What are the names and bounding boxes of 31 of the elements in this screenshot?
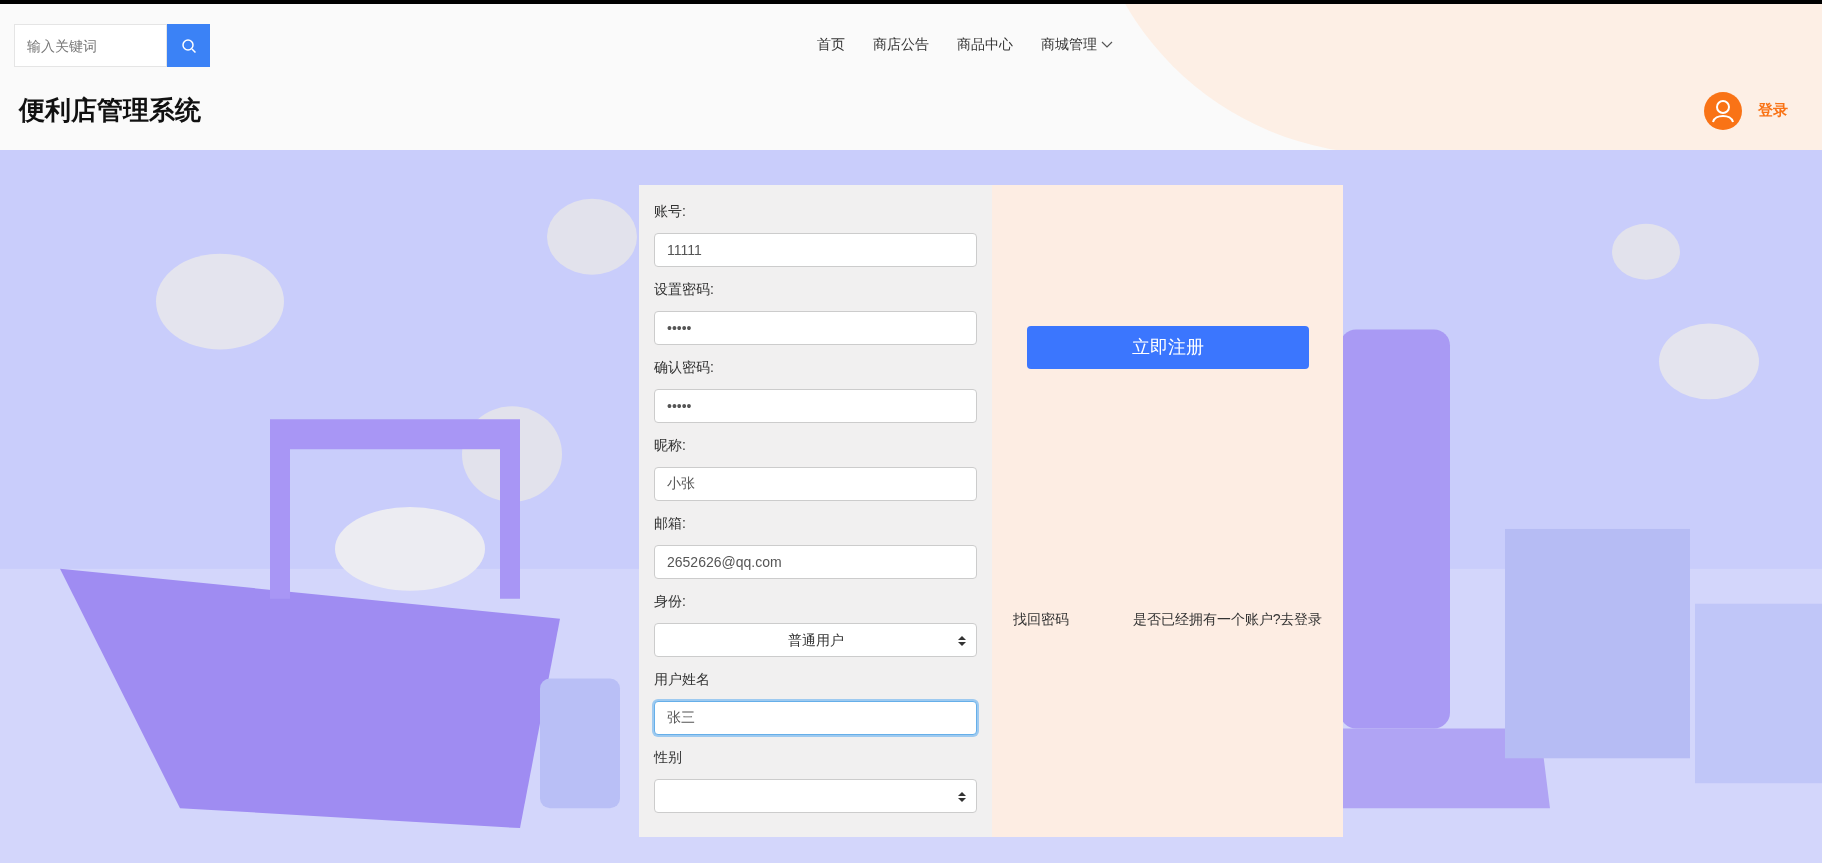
nav-link[interactable]: 商城管理	[1041, 34, 1113, 55]
form-link[interactable]: 找回密码	[1012, 609, 1069, 630]
search-icon	[180, 37, 197, 54]
nav-link[interactable]: 商品中心	[957, 34, 1013, 55]
user-avatar-icon[interactable]	[1704, 91, 1742, 130]
nav-link[interactable]: 商店公告	[873, 34, 929, 55]
select-field[interactable]: 普通用户	[654, 623, 977, 657]
field-label: 昵称:	[654, 436, 687, 455]
field-label: 性别	[654, 748, 683, 767]
field-label: 账号:	[654, 202, 687, 221]
select-field[interactable]	[654, 779, 977, 813]
input-field[interactable]: 11111	[654, 233, 977, 267]
input-field[interactable]: •••••	[654, 389, 977, 423]
site-title: 便利店管理系统	[19, 94, 201, 127]
register-button[interactable]: 立即注册	[1026, 326, 1309, 369]
chevron-down-icon	[1101, 40, 1113, 49]
input-field[interactable]: 张三	[654, 701, 977, 735]
input-field[interactable]: 小张	[654, 467, 977, 501]
form-link[interactable]: 是否已经拥有一个账户?去登录	[1132, 609, 1323, 630]
nav-link[interactable]: 首页	[817, 34, 845, 55]
field-label: 设置密码:	[654, 280, 715, 299]
select-arrows-icon	[958, 792, 966, 802]
search-button[interactable]	[167, 24, 210, 67]
input-field[interactable]: •••••	[654, 311, 977, 345]
select-arrows-icon	[958, 636, 966, 646]
field-label: 身份:	[654, 592, 687, 611]
field-label: 邮箱:	[654, 514, 687, 533]
field-label: 确认密码:	[654, 358, 715, 377]
search-field[interactable]: 输入关键词	[14, 24, 167, 67]
field-label: 用户姓名	[654, 670, 711, 689]
input-field[interactable]: 2652626@qq.com	[654, 545, 977, 579]
